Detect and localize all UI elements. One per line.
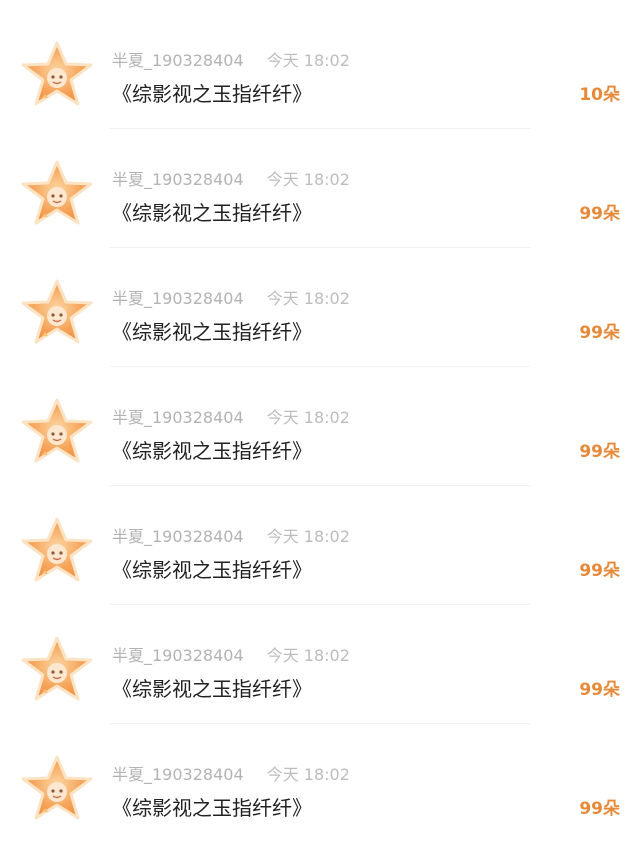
item-meta: 半夏_190328404 今天 18:02 <box>112 407 350 429</box>
timestamp: 今天 18:02 <box>266 646 350 665</box>
star-avatar-icon <box>21 160 93 225</box>
avatar[interactable] <box>18 40 96 108</box>
timestamp: 今天 18:02 <box>266 408 350 427</box>
flower-count: 99朵 <box>579 204 620 224</box>
list-item[interactable]: 半夏_190328404 今天 18:02 《综影视之玉指纤纤》 99朵 <box>0 486 640 605</box>
item-meta: 半夏_190328404 今天 18:02 <box>112 169 350 191</box>
avatar[interactable] <box>18 159 96 227</box>
list-item[interactable]: 半夏_190328404 今天 18:02 《综影视之玉指纤纤》 99朵 <box>0 248 640 367</box>
item-meta: 半夏_190328404 今天 18:02 <box>112 288 350 310</box>
flower-count: 10朵 <box>579 85 620 105</box>
avatar[interactable] <box>18 635 96 703</box>
username[interactable]: 半夏_190328404 <box>112 526 244 548</box>
timestamp: 今天 18:02 <box>266 527 350 546</box>
avatar[interactable] <box>18 278 96 346</box>
item-meta: 半夏_190328404 今天 18:02 <box>112 645 350 667</box>
item-meta: 半夏_190328404 今天 18:02 <box>112 764 350 786</box>
avatar[interactable] <box>18 754 96 822</box>
book-title[interactable]: 《综影视之玉指纤纤》 <box>112 556 312 584</box>
item-meta: 半夏_190328404 今天 18:02 <box>112 50 350 72</box>
star-avatar-icon <box>21 636 93 701</box>
timestamp: 今天 18:02 <box>266 51 350 70</box>
flower-count: 99朵 <box>579 323 620 343</box>
timestamp: 今天 18:02 <box>266 170 350 189</box>
star-avatar-icon <box>21 41 93 106</box>
flower-count: 99朵 <box>579 680 620 700</box>
username[interactable]: 半夏_190328404 <box>112 764 244 786</box>
book-title[interactable]: 《综影视之玉指纤纤》 <box>112 437 312 465</box>
username[interactable]: 半夏_190328404 <box>112 288 244 310</box>
book-title[interactable]: 《综影视之玉指纤纤》 <box>112 80 312 108</box>
flower-count: 99朵 <box>579 442 620 462</box>
list-item[interactable]: 半夏_190328404 今天 18:02 《综影视之玉指纤纤》 99朵 <box>0 129 640 248</box>
list-item[interactable]: 半夏_190328404 今天 18:02 《综影视之玉指纤纤》 99朵 <box>0 605 640 724</box>
avatar[interactable] <box>18 397 96 465</box>
book-title[interactable]: 《综影视之玉指纤纤》 <box>112 675 312 703</box>
flower-count: 99朵 <box>579 561 620 581</box>
list-item[interactable]: 半夏_190328404 今天 18:02 《综影视之玉指纤纤》 99朵 <box>0 724 640 843</box>
list-item[interactable]: 半夏_190328404 今天 18:02 《综影视之玉指纤纤》 99朵 <box>0 367 640 486</box>
flower-count: 99朵 <box>579 799 620 819</box>
list-item[interactable]: 半夏_190328404 今天 18:02 《综影视之玉指纤纤》 10朵 <box>0 10 640 129</box>
gift-list: 半夏_190328404 今天 18:02 《综影视之玉指纤纤》 10朵 半夏_… <box>0 0 640 855</box>
item-meta: 半夏_190328404 今天 18:02 <box>112 526 350 548</box>
username[interactable]: 半夏_190328404 <box>112 407 244 429</box>
username[interactable]: 半夏_190328404 <box>112 169 244 191</box>
timestamp: 今天 18:02 <box>266 289 350 308</box>
avatar[interactable] <box>18 516 96 584</box>
username[interactable]: 半夏_190328404 <box>112 50 244 72</box>
star-avatar-icon <box>21 755 93 820</box>
timestamp: 今天 18:02 <box>266 765 350 784</box>
book-title[interactable]: 《综影视之玉指纤纤》 <box>112 794 312 822</box>
star-avatar-icon <box>21 398 93 463</box>
book-title[interactable]: 《综影视之玉指纤纤》 <box>112 318 312 346</box>
username[interactable]: 半夏_190328404 <box>112 645 244 667</box>
book-title[interactable]: 《综影视之玉指纤纤》 <box>112 199 312 227</box>
star-avatar-icon <box>21 517 93 582</box>
star-avatar-icon <box>21 279 93 344</box>
